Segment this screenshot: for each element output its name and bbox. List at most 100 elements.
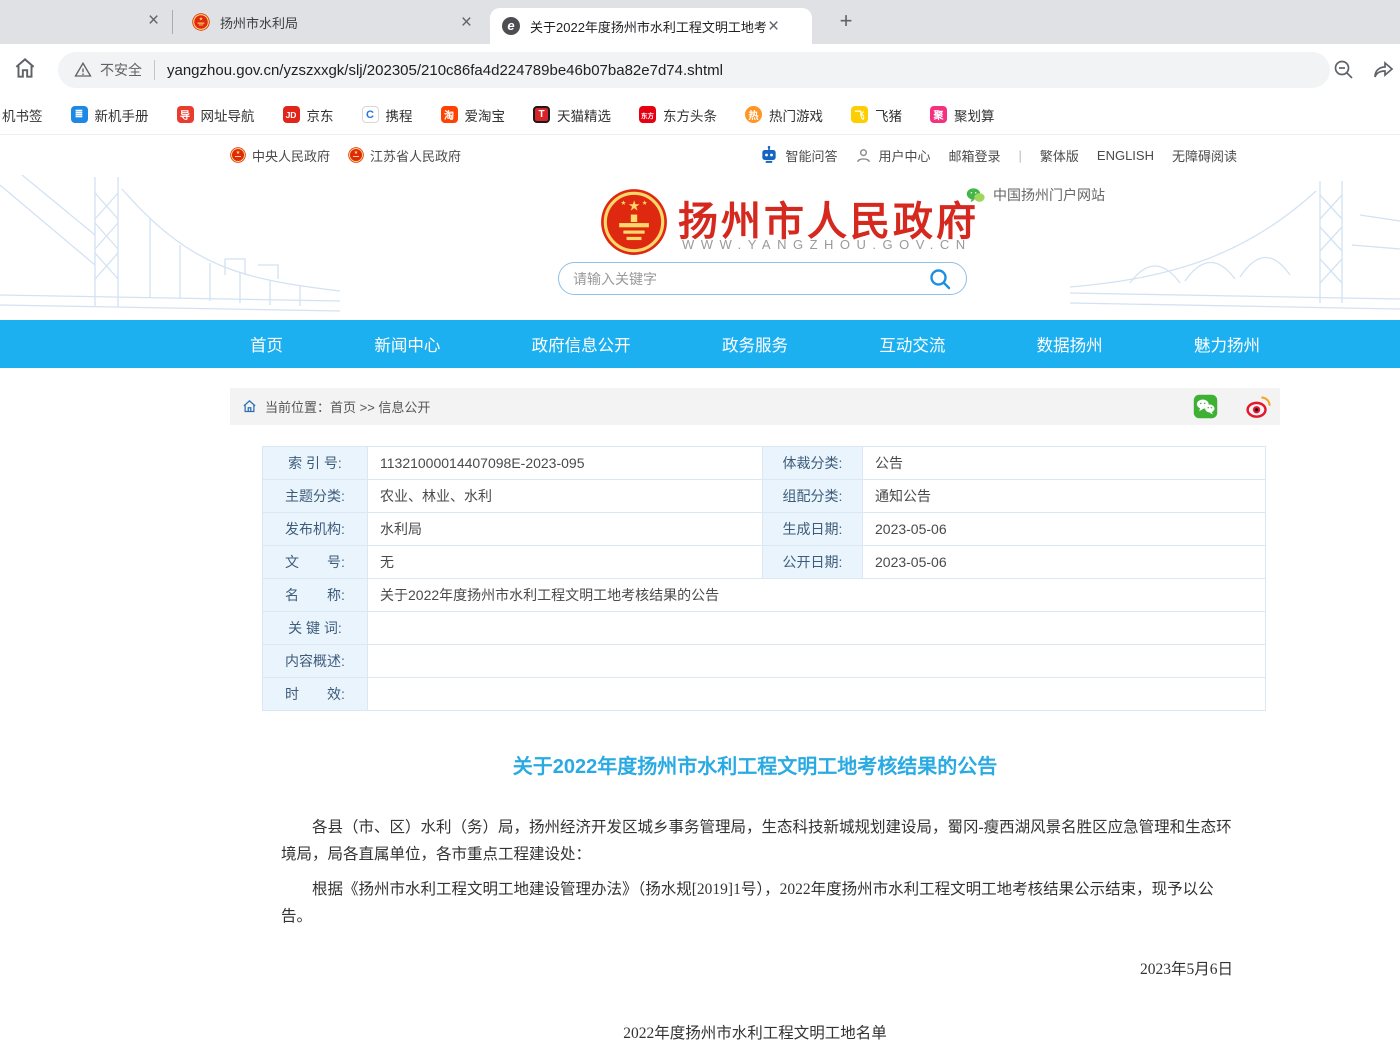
jd-icon: JD xyxy=(283,106,300,123)
link-accessibility[interactable]: 无障碍阅读 xyxy=(1172,146,1237,165)
article-paragraph: 各县（市、区）水利（务）局，扬州经济开发区城乡事务管理局，生态科技新城规划建设局… xyxy=(281,814,1233,868)
link-english[interactable]: ENGLISH xyxy=(1097,148,1154,163)
url-omnibox[interactable]: 不安全 yangzhou.gov.cn/yzszxxgk/slj/202305/… xyxy=(58,52,1330,88)
bookmark-tmall[interactable]: T 天猫精选 xyxy=(533,105,611,125)
bookmark-fliggy[interactable]: 飞 飞猪 xyxy=(851,105,902,125)
bookmark-eastday[interactable]: 东方 东方头条 xyxy=(639,105,717,125)
nav-data-yangzhou[interactable]: 数据扬州 xyxy=(1037,332,1103,356)
omnibox-divider xyxy=(154,60,155,80)
bookmark-hot-games[interactable]: 热 热门游戏 xyxy=(745,105,823,125)
bookmark-aitaobao[interactable]: 淘 爱淘宝 xyxy=(441,105,506,125)
bookmark-juhuasuan[interactable]: 聚 聚划算 xyxy=(930,105,995,125)
national-emblem-icon: ★ xyxy=(192,13,210,31)
browser-tab-bar: × ★ 扬州市水利局 × e 关于2022年度扬州市水利工程文明工地考 × + xyxy=(0,0,1400,44)
bookmark-ctrip[interactable]: C 携程 xyxy=(362,105,413,125)
manual-icon: ≣ xyxy=(71,106,88,123)
article-title: 关于2022年度扬州市水利工程文明工地考核结果的公告 xyxy=(230,750,1280,779)
search-input[interactable] xyxy=(573,271,928,287)
site-favicon-icon: e xyxy=(502,17,520,35)
nav-home[interactable]: 首页 xyxy=(250,332,283,356)
not-secure-warning-icon xyxy=(74,61,92,79)
nav-info-disclosure[interactable]: 政府信息公开 xyxy=(532,332,631,356)
svg-text:★: ★ xyxy=(628,197,640,213)
link-jiangsu-government[interactable]: ★ 江苏省人民政府 xyxy=(348,146,461,165)
nav-interaction[interactable]: 互动交流 xyxy=(879,332,945,356)
bookmark-mobile-bookmarks[interactable]: 机书签 xyxy=(2,105,43,125)
article-body: 各县（市、区）水利（务）局，扬州经济开发区城乡事务管理局，生态科技新城规划建设局… xyxy=(281,814,1233,931)
banner-bridge-art-right xyxy=(1070,175,1400,320)
breadcrumb-text[interactable]: 当前位置：首页 >> 信息公开 xyxy=(265,397,430,416)
wechat-share-icon[interactable] xyxy=(1193,394,1218,419)
nav-gov-services[interactable]: 政务服务 xyxy=(722,332,788,356)
svg-text:★: ★ xyxy=(354,150,359,156)
close-tab-icon[interactable]: × xyxy=(461,13,472,32)
svg-text:★: ★ xyxy=(199,16,204,22)
table-row: 关 键 词: xyxy=(263,612,1266,645)
taobao-icon: 淘 xyxy=(441,106,458,123)
bookmark-new-device-manual[interactable]: ≣ 新机手册 xyxy=(71,105,149,125)
tab-yangzhou-water-bureau[interactable]: ★ 扬州市水利局 × xyxy=(178,0,486,44)
games-icon: 热 xyxy=(745,106,762,123)
bookmarks-bar: 机书签 ≣ 新机手册 导 网址导航 JD 京东 C 携程 淘 爱淘宝 T 天猫精… xyxy=(0,95,1400,135)
portal-badge[interactable]: 中国扬州门户网站 xyxy=(966,185,1105,205)
content-card: 当前位置：首页 >> 信息公开 索 引 号: 11321000014407098… xyxy=(230,388,1280,1043)
table-row: 内容概述: xyxy=(263,645,1266,678)
ctrip-icon: C xyxy=(362,106,379,123)
banner-bridge-art-left xyxy=(0,175,340,320)
link-user-center[interactable]: 用户中心 xyxy=(855,146,930,165)
tab-separator xyxy=(172,10,173,34)
robot-icon xyxy=(759,145,779,165)
search-icon[interactable] xyxy=(928,267,952,291)
home-icon[interactable] xyxy=(242,399,257,414)
svg-text:★: ★ xyxy=(236,150,241,156)
browser-address-bar: 不安全 yangzhou.gov.cn/yzszxxgk/slj/202305/… xyxy=(0,44,1400,95)
share-icon[interactable] xyxy=(1372,58,1396,82)
bookmark-url-navigation[interactable]: 导 网址导航 xyxy=(177,105,255,125)
article-paragraph: 根据《扬州市水利工程文明工地建设管理办法》（扬水规[2019]1号），2022年… xyxy=(281,876,1233,930)
svg-text:★: ★ xyxy=(621,200,627,207)
wechat-icon xyxy=(966,187,985,204)
link-central-government[interactable]: ★ 中央人民政府 xyxy=(230,146,330,165)
site-search-box xyxy=(558,262,967,295)
bookmark-jd[interactable]: JD 京东 xyxy=(283,105,334,125)
site-banner: ★ ★ ★ 扬州市人民政府 WWW.YANGZHOU.GOV.CN 中国扬州门户… xyxy=(0,175,1400,320)
list-heading: 2022年度扬州市水利工程文明工地名单 xyxy=(230,1021,1280,1043)
home-icon[interactable] xyxy=(12,55,38,81)
main-navigation: 首页 新闻中心 政府信息公开 政务服务 互动交流 数据扬州 魅力扬州 xyxy=(0,320,1400,368)
close-tab-icon[interactable]: × xyxy=(768,17,779,36)
table-row: 文 号: 无 公开日期: 2023-05-06 xyxy=(263,546,1266,579)
nav-charm-yangzhou[interactable]: 魅力扬州 xyxy=(1194,332,1260,356)
site-domain: WWW.YANGZHOU.GOV.CN xyxy=(682,237,972,252)
tab-active-announcement[interactable]: e 关于2022年度扬州市水利工程文明工地考 × xyxy=(490,8,812,44)
utility-divider: | xyxy=(1019,148,1022,163)
close-tab-icon[interactable]: × xyxy=(148,11,159,30)
eastday-icon: 东方 xyxy=(639,106,656,123)
table-row: 名 称: 关于2022年度扬州市水利工程文明工地考核结果的公告 xyxy=(263,579,1266,612)
new-tab-button[interactable]: + xyxy=(832,8,860,36)
not-secure-label[interactable]: 不安全 xyxy=(100,60,142,80)
national-emblem-icon: ★ xyxy=(230,147,246,163)
weibo-share-icon[interactable] xyxy=(1246,394,1272,419)
link-smart-qa[interactable]: 智能问答 xyxy=(759,145,837,165)
nav-site-icon: 导 xyxy=(177,106,194,123)
site-utility-bar: ★ 中央人民政府 ★ 江苏省人民政府 xyxy=(0,135,1400,175)
svg-text:★: ★ xyxy=(642,200,648,207)
juhuasuan-icon: 聚 xyxy=(930,106,947,123)
national-emblem-icon: ★ xyxy=(348,147,364,163)
table-row: 主题分类: 农业、林业、水利 组配分类: 通知公告 xyxy=(263,480,1266,513)
document-meta-table: 索 引 号: 11321000014407098E-2023-095 体裁分类:… xyxy=(262,446,1266,711)
tab-title: 关于2022年度扬州市水利工程文明工地考 xyxy=(530,17,768,36)
nav-news-center[interactable]: 新闻中心 xyxy=(374,332,440,356)
tab-title: 扬州市水利局 xyxy=(220,13,461,32)
tmall-icon: T xyxy=(533,106,550,123)
link-mail-login[interactable]: 邮箱登录 xyxy=(948,146,1000,165)
table-row: 发布机构: 水利局 生成日期: 2023-05-06 xyxy=(263,513,1266,546)
zoom-out-icon[interactable] xyxy=(1332,58,1356,82)
national-emblem-logo: ★ ★ ★ xyxy=(600,188,668,256)
user-icon xyxy=(855,147,872,164)
table-row: 索 引 号: 11321000014407098E-2023-095 体裁分类:… xyxy=(263,447,1266,480)
link-traditional-chinese[interactable]: 繁体版 xyxy=(1040,146,1079,165)
table-row: 时 效: xyxy=(263,678,1266,711)
page-url[interactable]: yangzhou.gov.cn/yzszxxgk/slj/202305/210c… xyxy=(167,62,723,79)
fliggy-icon: 飞 xyxy=(851,106,868,123)
